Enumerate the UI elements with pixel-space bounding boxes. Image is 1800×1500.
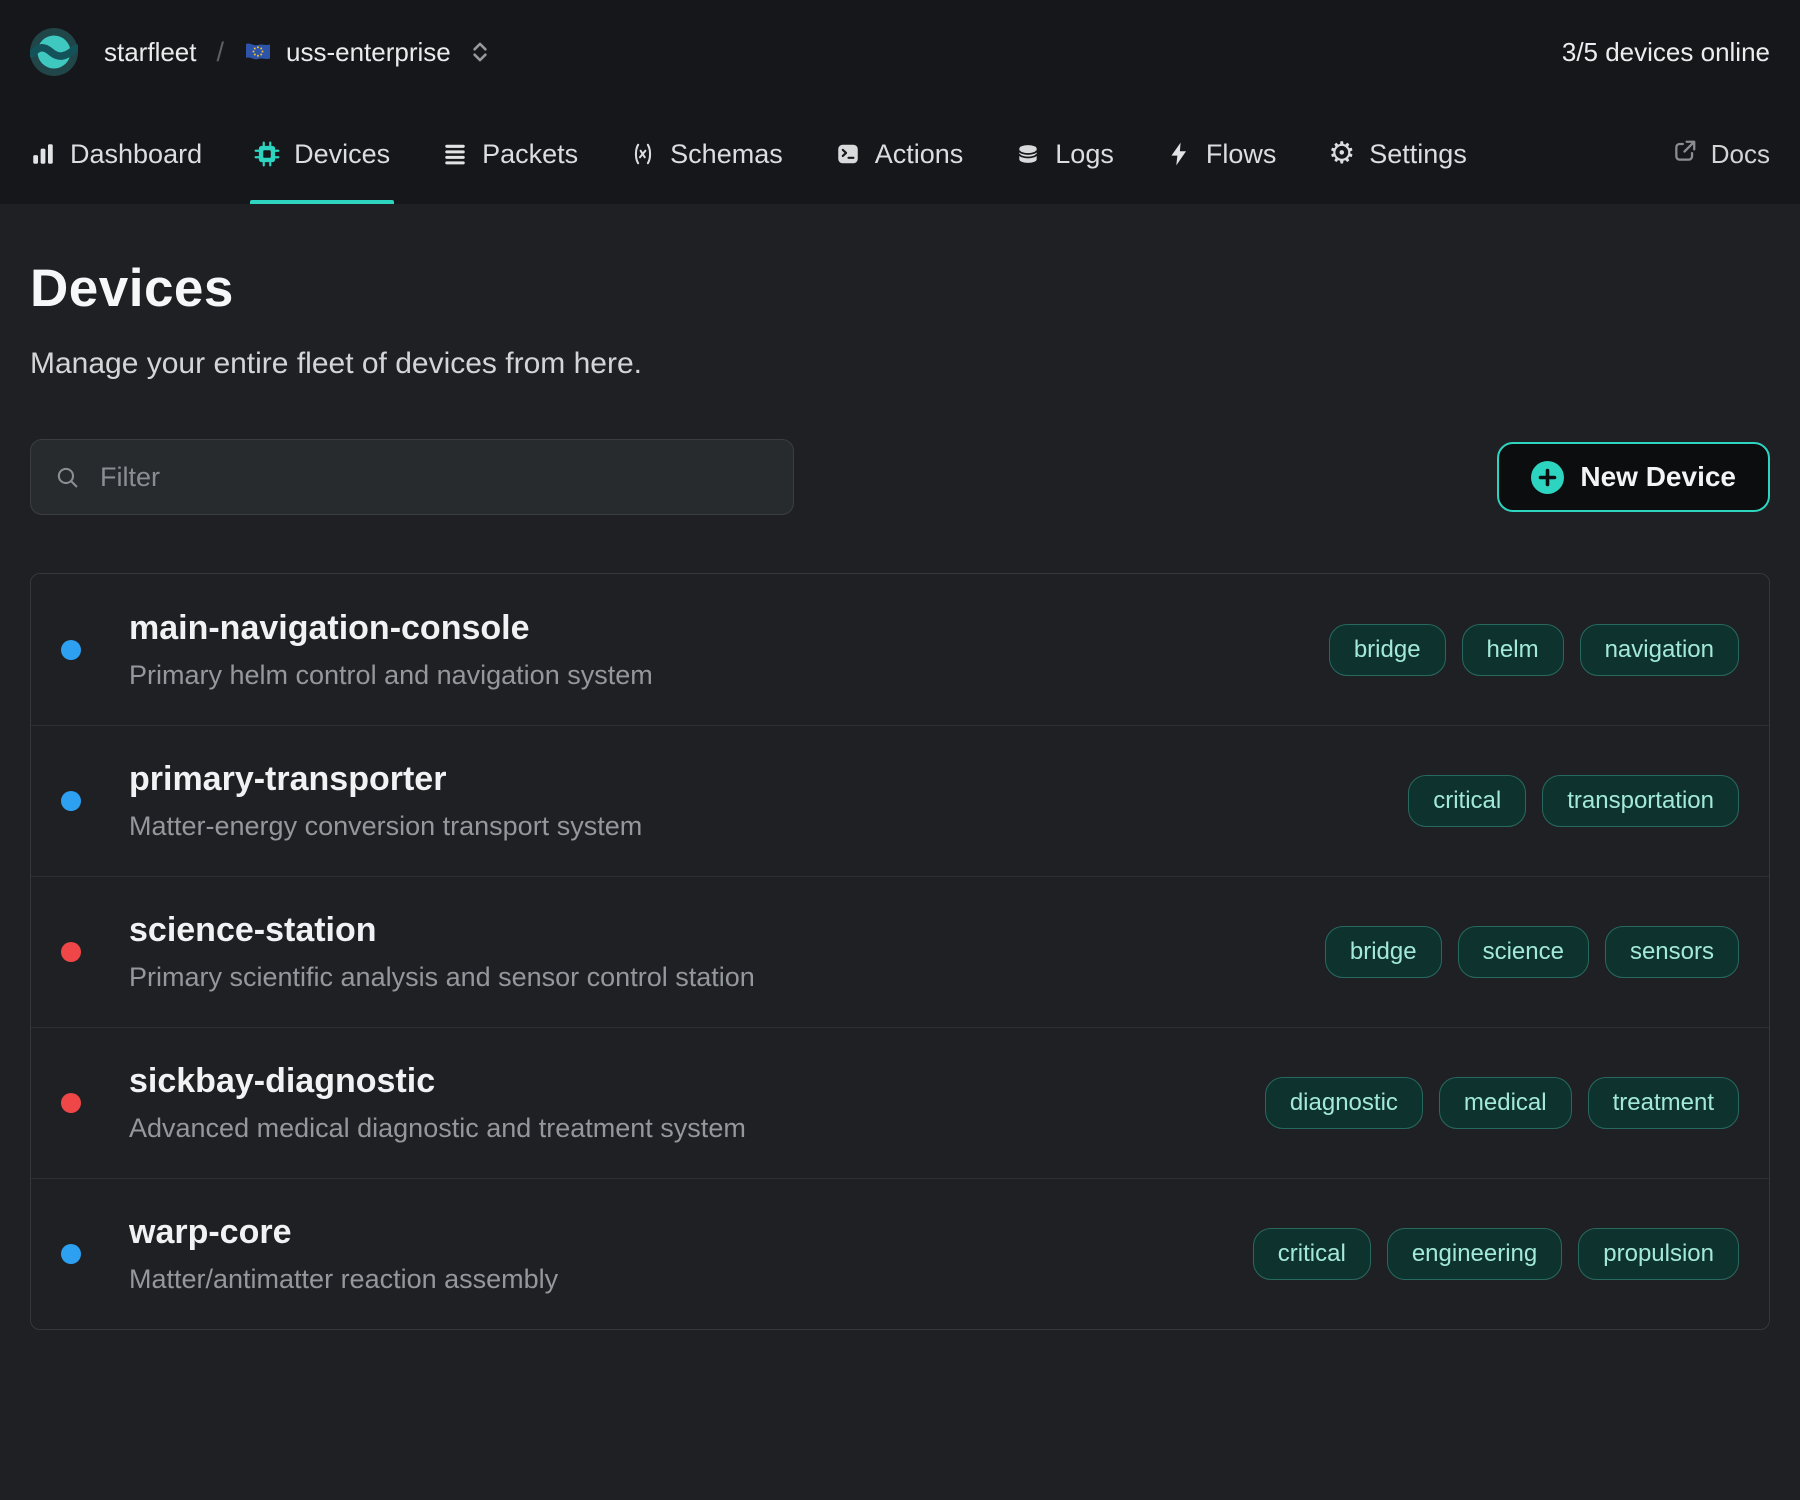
- bar-chart-icon: [30, 141, 56, 167]
- device-row[interactable]: sickbay-diagnostic Advanced medical diag…: [31, 1027, 1769, 1178]
- device-tag: engineering: [1387, 1228, 1562, 1280]
- gear-icon: ⚙: [1328, 139, 1355, 169]
- device-name: warp-core: [129, 1213, 558, 1252]
- tab-logs[interactable]: Logs: [1015, 104, 1114, 204]
- tab-label: Schemas: [670, 139, 783, 170]
- main-nav: Dashboard Devices Packets: [0, 104, 1800, 204]
- eu-flag-icon: [244, 41, 272, 63]
- device-tag: sensors: [1605, 926, 1739, 978]
- device-tag: bridge: [1325, 926, 1442, 978]
- device-name: science-station: [129, 911, 755, 950]
- device-tags: diagnostic medical treatment: [1265, 1077, 1739, 1129]
- tab-devices[interactable]: Devices: [254, 104, 390, 204]
- device-info: primary-transporter Matter-energy conver…: [129, 760, 642, 842]
- device-tags: critical engineering propulsion: [1253, 1228, 1739, 1280]
- tab-schemas[interactable]: Schemas: [630, 104, 783, 204]
- devices-online-status: 3/5 devices online: [1562, 37, 1770, 68]
- main-content: Devices Manage your entire fleet of devi…: [0, 258, 1800, 1330]
- docs-label: Docs: [1711, 139, 1770, 170]
- tab-actions[interactable]: Actions: [835, 104, 964, 204]
- device-tag: diagnostic: [1265, 1077, 1423, 1129]
- device-tag: treatment: [1588, 1077, 1739, 1129]
- device-name: main-navigation-console: [129, 609, 653, 648]
- tab-label: Devices: [294, 139, 390, 170]
- tab-flows[interactable]: Flows: [1166, 104, 1277, 204]
- tab-settings[interactable]: ⚙ Settings: [1328, 104, 1466, 204]
- docs-link[interactable]: Docs: [1672, 104, 1770, 204]
- device-name: primary-transporter: [129, 760, 642, 799]
- page-subtitle: Manage your entire fleet of devices from…: [30, 347, 1770, 381]
- tab-label: Packets: [482, 139, 578, 170]
- device-info: warp-core Matter/antimatter reaction ass…: [129, 1213, 558, 1295]
- device-description: Primary scientific analysis and sensor c…: [129, 962, 755, 993]
- device-tag: helm: [1462, 624, 1564, 676]
- device-row[interactable]: warp-core Matter/antimatter reaction ass…: [31, 1178, 1769, 1329]
- device-tags: bridge science sensors: [1325, 926, 1739, 978]
- device-status-dot: [61, 1093, 81, 1113]
- device-status-dot: [61, 791, 81, 811]
- device-tags: bridge helm navigation: [1329, 624, 1739, 676]
- device-info: sickbay-diagnostic Advanced medical diag…: [129, 1062, 746, 1144]
- device-tag: critical: [1253, 1228, 1371, 1280]
- device-tag: propulsion: [1578, 1228, 1739, 1280]
- bolt-icon: [1166, 141, 1192, 167]
- project-switcher-chevrons-icon[interactable]: [467, 39, 493, 65]
- tab-dashboard[interactable]: Dashboard: [30, 104, 202, 204]
- device-tag: navigation: [1580, 624, 1739, 676]
- device-tag: medical: [1439, 1077, 1572, 1129]
- device-tag: transportation: [1542, 775, 1739, 827]
- filter-box: [30, 439, 794, 515]
- device-info: science-station Primary scientific analy…: [129, 911, 755, 993]
- device-row[interactable]: science-station Primary scientific analy…: [31, 876, 1769, 1027]
- device-description: Advanced medical diagnostic and treatmen…: [129, 1113, 746, 1144]
- device-name: sickbay-diagnostic: [129, 1062, 746, 1101]
- terminal-icon: [835, 141, 861, 167]
- toolbar: New Device: [30, 439, 1770, 515]
- device-description: Matter-energy conversion transport syste…: [129, 811, 642, 842]
- parens-x-icon: [630, 141, 656, 167]
- device-tag: critical: [1408, 775, 1526, 827]
- device-status-dot: [61, 1244, 81, 1264]
- device-status-dot: [61, 942, 81, 962]
- top-bar: starfleet / uss-enterprise 3/5 devices o…: [0, 0, 1800, 104]
- tab-label: Flows: [1206, 139, 1277, 170]
- device-tag: science: [1458, 926, 1589, 978]
- page-title: Devices: [30, 258, 1770, 319]
- device-tag: bridge: [1329, 624, 1446, 676]
- device-status-dot: [61, 640, 81, 660]
- tab-packets[interactable]: Packets: [442, 104, 578, 204]
- tab-label: Dashboard: [70, 139, 202, 170]
- device-info: main-navigation-console Primary helm con…: [129, 609, 653, 691]
- device-description: Matter/antimatter reaction assembly: [129, 1264, 558, 1295]
- plus-icon: [1531, 461, 1564, 494]
- tab-label: Actions: [875, 139, 964, 170]
- new-device-button[interactable]: New Device: [1497, 442, 1770, 512]
- device-row[interactable]: primary-transporter Matter-energy conver…: [31, 725, 1769, 876]
- app-logo-icon[interactable]: [30, 28, 78, 76]
- device-row[interactable]: main-navigation-console Primary helm con…: [31, 574, 1769, 725]
- device-list: main-navigation-console Primary helm con…: [30, 573, 1770, 1330]
- tab-label: Settings: [1369, 139, 1467, 170]
- chip-icon: [254, 141, 280, 167]
- external-link-icon: [1672, 138, 1698, 171]
- device-description: Primary helm control and navigation syst…: [129, 660, 653, 691]
- tab-label: Logs: [1055, 139, 1114, 170]
- breadcrumb-project[interactable]: uss-enterprise: [286, 37, 451, 68]
- breadcrumb-org[interactable]: starfleet: [104, 37, 197, 68]
- new-device-label: New Device: [1580, 461, 1736, 493]
- database-icon: [1015, 141, 1041, 167]
- filter-input[interactable]: [98, 461, 769, 494]
- lines-icon: [442, 141, 468, 167]
- search-icon: [55, 465, 80, 490]
- breadcrumb-separator: /: [217, 37, 225, 68]
- device-tags: critical transportation: [1408, 775, 1739, 827]
